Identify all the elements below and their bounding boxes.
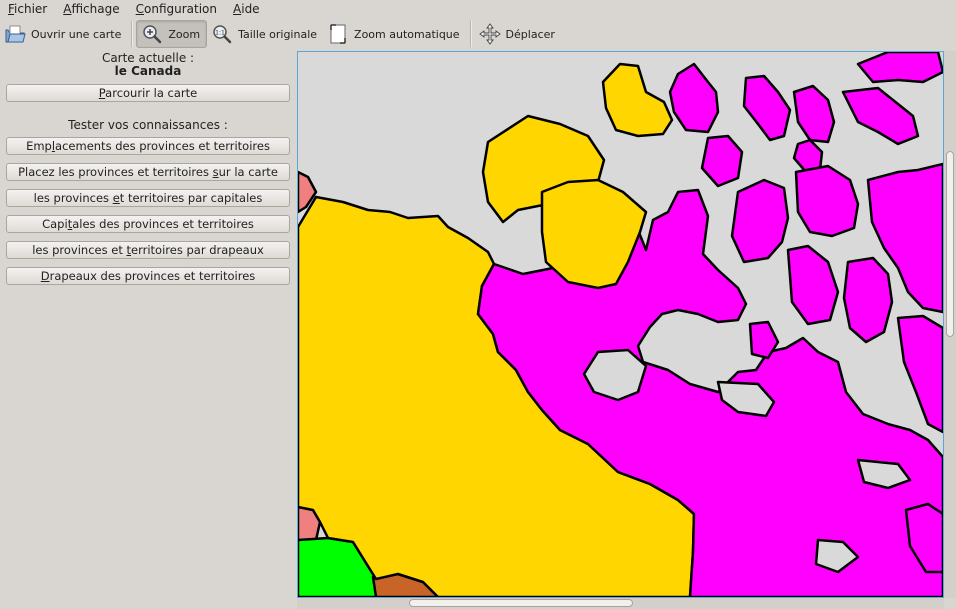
menu-aide[interactable]: Aide: [225, 0, 268, 18]
inlet: [582, 348, 648, 402]
button-mnemonic: e: [112, 191, 120, 205]
menu-affichage[interactable]: Affichage: [55, 0, 127, 18]
test-knowledge-label: Tester vos connaissances :: [68, 118, 228, 132]
quiz-capitals-button[interactable]: Capitales des provinces et territoires: [6, 215, 290, 233]
menu-label: ichier: [14, 2, 48, 16]
auto-zoom-label: Zoom automatique: [354, 27, 460, 41]
button-text: rapeaux des provinces et territoires: [49, 269, 256, 283]
region-magenta-isle-12[interactable]: [842, 256, 894, 344]
original-size-button[interactable]: 1:1 Taille originale: [207, 20, 323, 48]
menu-mnemonic: C: [135, 2, 144, 16]
quiz-place-on-map-button[interactable]: Placez les provinces et territoires sur …: [6, 163, 290, 181]
quiz-by-capitals-button[interactable]: les provinces et territoires par capital…: [6, 189, 290, 207]
button-text: Placez les provinces et territoires: [18, 165, 213, 179]
button-mnemonic: D: [40, 269, 50, 283]
move-button[interactable]: Déplacer: [475, 20, 561, 48]
button-text: arcourir la carte: [105, 86, 198, 100]
zoom-in-icon: [141, 23, 163, 45]
button-text: ur la carte: [218, 165, 278, 179]
folder-open-icon: [4, 23, 26, 45]
menu-label: ffichage: [71, 2, 120, 16]
horizontal-scroll-thumb[interactable]: [409, 599, 633, 607]
button-text: t territoires par capitales: [119, 191, 263, 205]
button-text: Emp: [26, 139, 52, 153]
current-map-name: le Canada: [114, 64, 182, 78]
quiz-by-flags-button[interactable]: les provinces et territoires par drapeau…: [6, 241, 290, 259]
kgeography-window: Fichier Affichage Configuration Aide Ouv…: [0, 0, 956, 609]
quiz-locations-button[interactable]: Emplacements des provinces et territoire…: [6, 137, 290, 155]
toolbar-separator: [131, 21, 133, 47]
zoom-label: Zoom: [168, 27, 201, 41]
toolbar-separator: [469, 21, 471, 47]
menu-mnemonic: A: [233, 2, 242, 16]
open-map-label: Ouvrir une carte: [31, 27, 122, 41]
original-size-label: Taille originale: [238, 27, 318, 41]
quiz-flags-button[interactable]: Drapeaux des provinces et territoires: [6, 267, 290, 285]
map-view[interactable]: [297, 51, 944, 598]
zoom-fit-icon: [327, 23, 349, 45]
menu-label: ide: [241, 2, 260, 16]
move-arrows-icon: [478, 23, 501, 45]
browse-map-button[interactable]: Parcourir la carte: [6, 84, 290, 102]
button-text: les provinces et: [32, 243, 127, 257]
zoom-button[interactable]: Zoom: [136, 20, 208, 48]
menu-label: onfiguration: [144, 2, 218, 16]
zoom-original-icon: 1:1: [211, 23, 233, 45]
horizontal-scrollbar[interactable]: [297, 598, 944, 609]
svg-text:1:1: 1:1: [215, 30, 225, 37]
vertical-scrollbar[interactable]: [944, 51, 956, 598]
open-map-button[interactable]: Ouvrir une carte: [0, 20, 127, 48]
main-toolbar: Ouvrir une carte Zoom 1:1 Taille origina…: [0, 18, 956, 50]
auto-zoom-button[interactable]: Zoom automatique: [323, 20, 466, 48]
menu-configuration[interactable]: Configuration: [128, 0, 225, 18]
menu-bar: Fichier Affichage Configuration Aide: [0, 0, 956, 18]
button-text: ales des provinces et territoires: [72, 217, 254, 231]
vertical-scroll-thumb[interactable]: [946, 151, 954, 337]
button-text: erritoires par drapeaux: [131, 243, 264, 257]
button-text: Capi: [42, 217, 68, 231]
side-panel: Carte actuelle : le Canada: [0, 52, 296, 78]
button-text: acements des provinces et territoires: [55, 139, 270, 153]
menu-fichier[interactable]: Fichier: [0, 0, 55, 18]
button-text: les provinces: [33, 191, 113, 205]
move-label: Déplacer: [505, 27, 555, 41]
